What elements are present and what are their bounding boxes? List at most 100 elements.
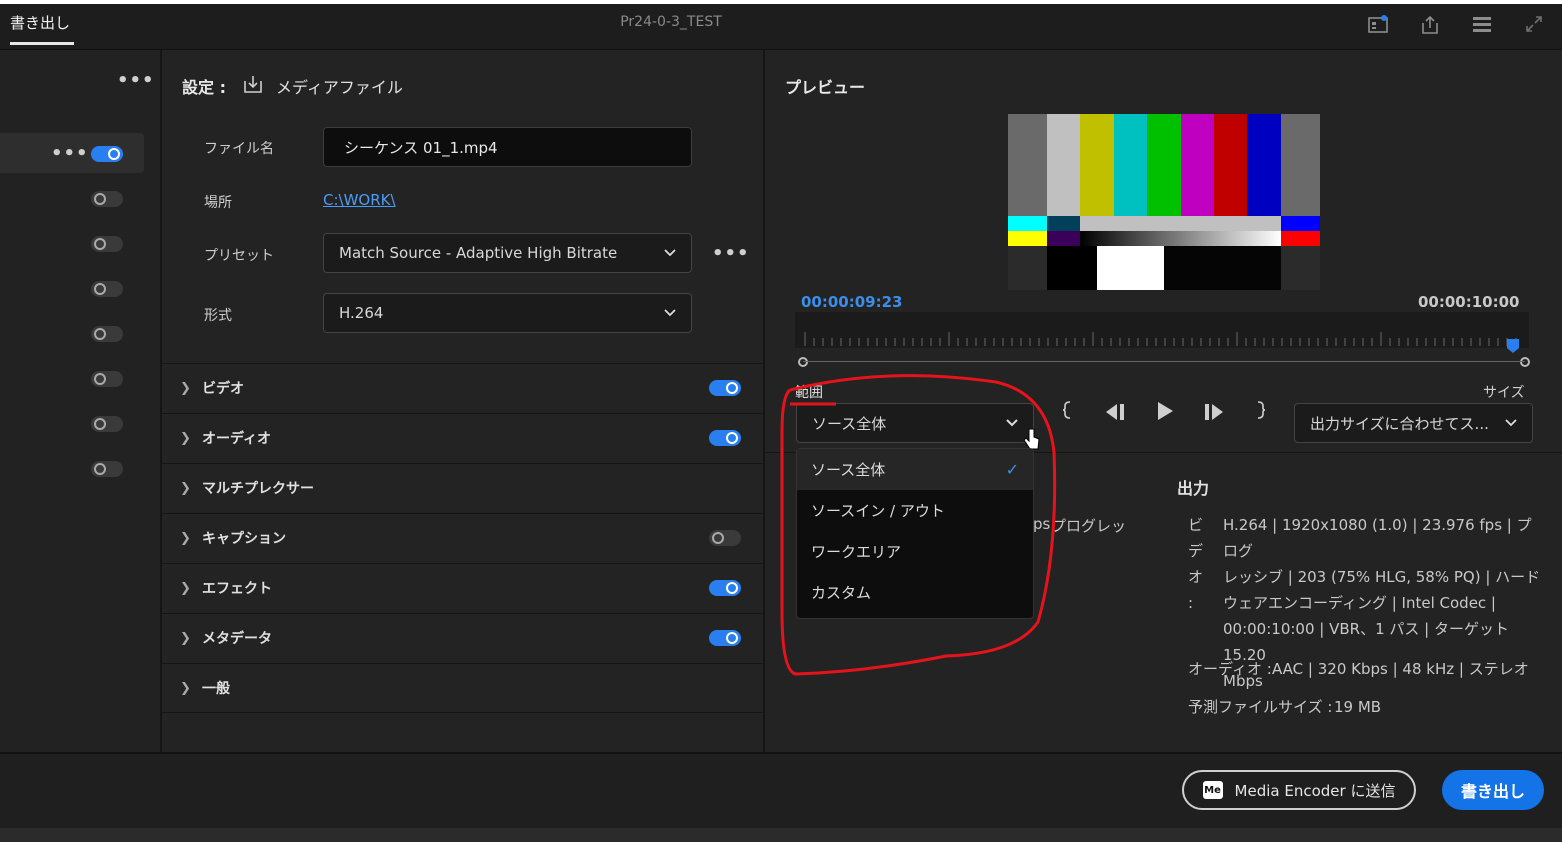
- format-select[interactable]: H.264: [323, 293, 692, 333]
- preview-panel: プレビュー 00:00:09:23 00:00:10:00 範囲 ソース全体 サ…: [765, 50, 1562, 752]
- size-label: サイズ: [1483, 385, 1525, 401]
- range-option-label: ソースイン / アウト: [811, 502, 945, 520]
- settings-panel: 設定 : メディアファイル ファイル名 シーケンス 01_1.mp4 場所 C:…: [162, 50, 765, 752]
- preview-frame: [1008, 114, 1320, 294]
- preset-label: プリセット: [204, 248, 274, 264]
- chevron-right-icon: ❯: [180, 630, 191, 646]
- preset-more-button[interactable]: •••: [712, 243, 750, 264]
- section-captions[interactable]: ❯ キャプション: [162, 513, 763, 562]
- destination-toggle-2[interactable]: [91, 191, 123, 207]
- preset-select[interactable]: Match Source - Adaptive High Bitrate: [323, 233, 692, 273]
- size-select-value: 出力サイズに合わせてス...: [1310, 414, 1489, 433]
- range-label: 範囲: [795, 385, 823, 401]
- chevron-down-icon: [1505, 416, 1517, 430]
- send-to-media-encoder-label: Media Encoder に送信: [1234, 781, 1396, 800]
- output-filesize-value: 19 MB: [1334, 698, 1382, 716]
- destination-toggle-3[interactable]: [91, 236, 123, 252]
- expand-icon[interactable]: [1522, 14, 1546, 36]
- output-video-line: レッシブ | 203 (75% HLG, 58% PQ) | ハード: [1223, 568, 1541, 586]
- summary-partial-text-2: プログレッ: [1051, 517, 1127, 535]
- export-button[interactable]: 書き出し: [1442, 770, 1544, 810]
- output-audio-value: AAC | 320 Kbps | 48 kHz | ステレオ: [1272, 660, 1529, 678]
- section-captions-title: キャプション: [202, 531, 286, 547]
- output-filesize-label: 予測ファイルサイズ :: [1188, 698, 1333, 716]
- range-option-label: カスタム: [811, 584, 872, 602]
- file-name-label: ファイル名: [204, 141, 274, 157]
- section-metadata-toggle[interactable]: [709, 630, 741, 646]
- file-name-input[interactable]: シーケンス 01_1.mp4: [323, 127, 692, 167]
- destination-toggle-7[interactable]: [91, 416, 123, 432]
- section-general[interactable]: ❯ 一般: [162, 663, 763, 713]
- current-timecode[interactable]: 00:00:09:23: [801, 293, 903, 311]
- window-title: Pr24-0-3_TEST: [620, 14, 722, 30]
- size-select[interactable]: 出力サイズに合わせてス...: [1294, 403, 1533, 443]
- range-option-source-all[interactable]: ソース全体 ✓: [797, 449, 1033, 490]
- location-link[interactable]: C:\WORK\: [323, 191, 396, 209]
- section-multiplexer[interactable]: ❯ マルチプレクサー: [162, 463, 763, 512]
- section-general-title: 一般: [202, 681, 230, 697]
- play-icon[interactable]: [1155, 401, 1175, 426]
- media-browser-icon[interactable]: [1366, 14, 1390, 36]
- destination-toggle-4[interactable]: [91, 281, 123, 297]
- mark-in-icon[interactable]: [1059, 400, 1075, 425]
- queue-icon[interactable]: [1470, 14, 1494, 36]
- chevron-right-icon: ❯: [180, 580, 191, 596]
- section-video[interactable]: ❯ ビデオ: [162, 363, 763, 412]
- section-effects-toggle[interactable]: [709, 580, 741, 596]
- chevron-down-icon: [1006, 416, 1018, 430]
- range-select[interactable]: ソース全体: [796, 403, 1034, 443]
- preset-select-value: Match Source - Adaptive High Bitrate: [339, 244, 618, 262]
- checkmark-icon: ✓: [1005, 460, 1019, 479]
- send-to-media-encoder-button[interactable]: Me Media Encoder に送信: [1182, 770, 1416, 810]
- section-audio-title: オーディオ: [202, 431, 272, 447]
- output-audio-label: オーディオ :: [1188, 660, 1272, 678]
- destination-toggle-5[interactable]: [91, 326, 123, 342]
- output-video-label: ビデオ :: [1188, 516, 1204, 612]
- out-point-handle[interactable]: [1520, 357, 1530, 367]
- chevron-right-icon: ❯: [180, 430, 191, 446]
- playhead-marker[interactable]: [1507, 338, 1519, 353]
- destination-toggle-6[interactable]: [91, 371, 123, 387]
- media-encoder-icon: Me: [1202, 781, 1223, 799]
- settings-heading: 設定 :: [182, 78, 226, 97]
- tab-active-indicator: [10, 42, 74, 45]
- section-audio-toggle[interactable]: [709, 430, 741, 446]
- section-multiplexer-title: マルチプレクサー: [202, 481, 314, 497]
- section-metadata-title: メタデータ: [202, 631, 272, 647]
- range-select-value: ソース全体: [812, 414, 887, 433]
- range-option-source-in-out[interactable]: ソースイン / アウト: [797, 490, 1033, 531]
- timeline-scrubber[interactable]: [795, 312, 1529, 348]
- section-audio[interactable]: ❯ オーディオ: [162, 413, 763, 462]
- range-option-custom[interactable]: カスタム: [797, 572, 1033, 613]
- output-video-line: ウェアエンコーディング | Intel Codec |: [1223, 594, 1496, 612]
- step-back-icon[interactable]: [1103, 402, 1127, 426]
- share-icon[interactable]: [1418, 14, 1442, 36]
- destination-toggle-8[interactable]: [91, 461, 123, 477]
- destination-row-more-button[interactable]: •••: [51, 143, 89, 164]
- format-label: 形式: [204, 308, 232, 324]
- chevron-down-icon: [664, 306, 676, 320]
- range-option-work-area[interactable]: ワークエリア: [797, 531, 1033, 572]
- chevron-right-icon: ❯: [180, 480, 191, 496]
- section-video-toggle[interactable]: [709, 380, 741, 396]
- media-file-icon: [242, 74, 264, 98]
- settings-type-label: メディアファイル: [276, 78, 403, 97]
- section-captions-toggle[interactable]: [709, 530, 741, 546]
- chevron-down-icon: [664, 246, 676, 260]
- range-option-label: ワークエリア: [811, 543, 902, 561]
- mark-out-icon[interactable]: [1256, 400, 1266, 425]
- chevron-right-icon: ❯: [180, 380, 191, 396]
- section-video-title: ビデオ: [202, 381, 244, 397]
- destinations-more-button[interactable]: •••: [117, 70, 155, 91]
- range-dropdown-menu: ソース全体 ✓ ソースイン / アウト ワークエリア カスタム: [796, 448, 1034, 619]
- section-metadata[interactable]: ❯ メタデータ: [162, 613, 763, 662]
- output-heading: 出力: [1177, 479, 1210, 498]
- section-effects-title: エフェクト: [202, 581, 272, 597]
- section-effects[interactable]: ❯ エフェクト: [162, 563, 763, 612]
- in-point-handle[interactable]: [798, 357, 808, 367]
- location-label: 場所: [204, 195, 232, 211]
- duration-timecode: 00:00:10:00: [1418, 293, 1520, 311]
- chevron-right-icon: ❯: [180, 530, 191, 546]
- destination-toggle-1[interactable]: [91, 146, 123, 162]
- step-forward-icon[interactable]: [1202, 402, 1226, 426]
